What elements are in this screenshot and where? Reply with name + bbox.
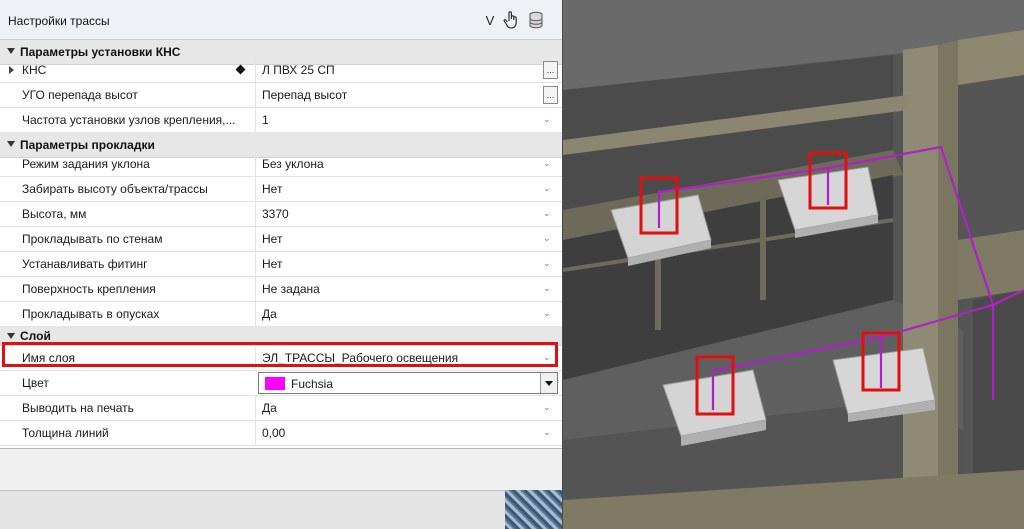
expand-arrow-icon[interactable] [9,66,14,74]
property-name: Частота установки узлов крепления,... [22,113,236,127]
property-row-frequency[interactable]: Частота установки узлов крепления,... 1 … [0,108,562,133]
column-divider [255,396,256,420]
hand-pointer-icon[interactable] [501,10,521,30]
property-value[interactable]: 1 [262,113,532,127]
chevron-down-icon[interactable]: ⌄ [543,308,551,319]
property-value[interactable]: Нет [262,257,532,271]
property-row-slope-mode[interactable]: Режим задания уклона Без уклона ⌄ [0,152,562,177]
property-value[interactable]: 3370 [262,207,532,221]
property-name: Устанавливать фитинг [22,257,148,271]
property-value[interactable]: Да [262,307,532,321]
chevron-down-icon[interactable]: ⌄ [543,402,551,413]
property-row-take-height[interactable]: Забирать высоту объекта/трассы Нет ⌄ [0,177,562,202]
column-divider [255,177,256,201]
collapse-arrow-icon[interactable] [7,141,15,147]
category-label: Параметры прокладки [20,138,155,152]
property-row-print[interactable]: Выводить на печать Да ⌄ [0,396,562,421]
column-divider [255,277,256,301]
property-name: Цвет [22,376,49,390]
property-row-color[interactable]: Цвет Fuchsia [0,371,562,396]
column-divider [255,83,256,107]
property-value[interactable]: Без уклона [262,157,532,171]
property-row-kns[interactable]: КНС Л ПВХ 25 СП ... [0,58,562,83]
property-value[interactable]: Нет [262,232,532,246]
chevron-down-icon[interactable]: ⌄ [543,208,551,219]
property-row-surface[interactable]: Поверхность крепления Не задана ⌄ [0,277,562,302]
property-row-line-width[interactable]: Толщина линий 0,00 ⌄ [0,421,562,446]
column-divider [255,152,256,176]
fixture-plate [832,347,936,422]
property-value[interactable]: Да [262,401,532,415]
panel-title-bar: Настройки трассы V [0,0,562,40]
chevron-down-icon[interactable]: ⌄ [543,258,551,269]
property-name: Прокладывать по стенам [22,232,163,246]
column-divider [255,421,256,445]
chevron-down-icon[interactable]: ⌄ [543,158,551,169]
chevron-down-icon[interactable]: ⌄ [543,283,551,294]
property-name: Высота, мм [22,207,87,221]
chevron-down-icon[interactable]: ⌄ [543,427,551,438]
column-divider [255,58,256,82]
chevron-down-icon[interactable]: ⌄ [543,183,551,194]
property-name: Прокладывать в опусках [22,307,160,321]
property-row-drops[interactable]: Прокладывать в опусках Да ⌄ [0,302,562,327]
color-name: Fuchsia [291,377,334,391]
property-row-height[interactable]: Высота, мм 3370 ⌄ [0,202,562,227]
property-row-along-walls[interactable]: Прокладывать по стенам Нет ⌄ [0,227,562,252]
column-divider [255,302,256,326]
ellipsis-button[interactable]: ... [543,61,558,79]
database-icon[interactable] [526,10,546,30]
column-divider [255,227,256,251]
highlight-frame [2,342,558,367]
collapse-arrow-icon[interactable] [7,48,15,54]
category-label: Слой [20,329,51,343]
color-select[interactable]: Fuchsia [258,372,558,394]
property-name: УГО перепада высот [22,88,138,102]
status-strip [0,490,562,529]
dropdown-arrow-icon[interactable] [540,373,557,393]
texture-thumbnail [505,490,562,529]
column-divider [255,202,256,226]
property-grid: Параметры установки КНС КНС Л ПВХ 25 СП … [0,40,562,448]
property-value[interactable]: Л ПВХ 25 СП [262,63,532,77]
property-value[interactable]: Перепад высот [262,88,532,102]
collapse-arrow-icon[interactable] [7,333,15,339]
column-divider [255,252,256,276]
route-settings-panel: Настройки трассы V Параметры установки К… [0,0,562,529]
3d-viewport[interactable] [563,0,1024,529]
property-name: КНС [22,63,47,77]
property-name: Выводить на печать [22,401,134,415]
category-label: Параметры установки КНС [20,45,181,59]
property-value[interactable]: 0,00 [262,426,532,440]
property-value[interactable]: Не задана [262,282,532,296]
property-name: Толщина линий [22,426,109,440]
property-value[interactable]: Нет [262,182,532,196]
ellipsis-button[interactable]: ... [543,86,558,104]
property-name: Режим задания уклона [22,157,150,171]
color-swatch [265,377,285,390]
filter-v-icon[interactable]: V [480,10,500,30]
chevron-down-icon[interactable]: ⌄ [543,114,551,125]
chevron-down-icon[interactable]: ⌄ [543,233,551,244]
property-name: Забирать высоту объекта/трассы [22,182,208,196]
property-row-ugo[interactable]: УГО перепада высот Перепад высот ... [0,83,562,108]
panel-title: Настройки трассы [8,14,110,28]
property-name: Поверхность крепления [22,282,156,296]
property-row-fitting[interactable]: Устанавливать фитинг Нет ⌄ [0,252,562,277]
column-divider [255,108,256,132]
3d-scene [563,0,1024,529]
